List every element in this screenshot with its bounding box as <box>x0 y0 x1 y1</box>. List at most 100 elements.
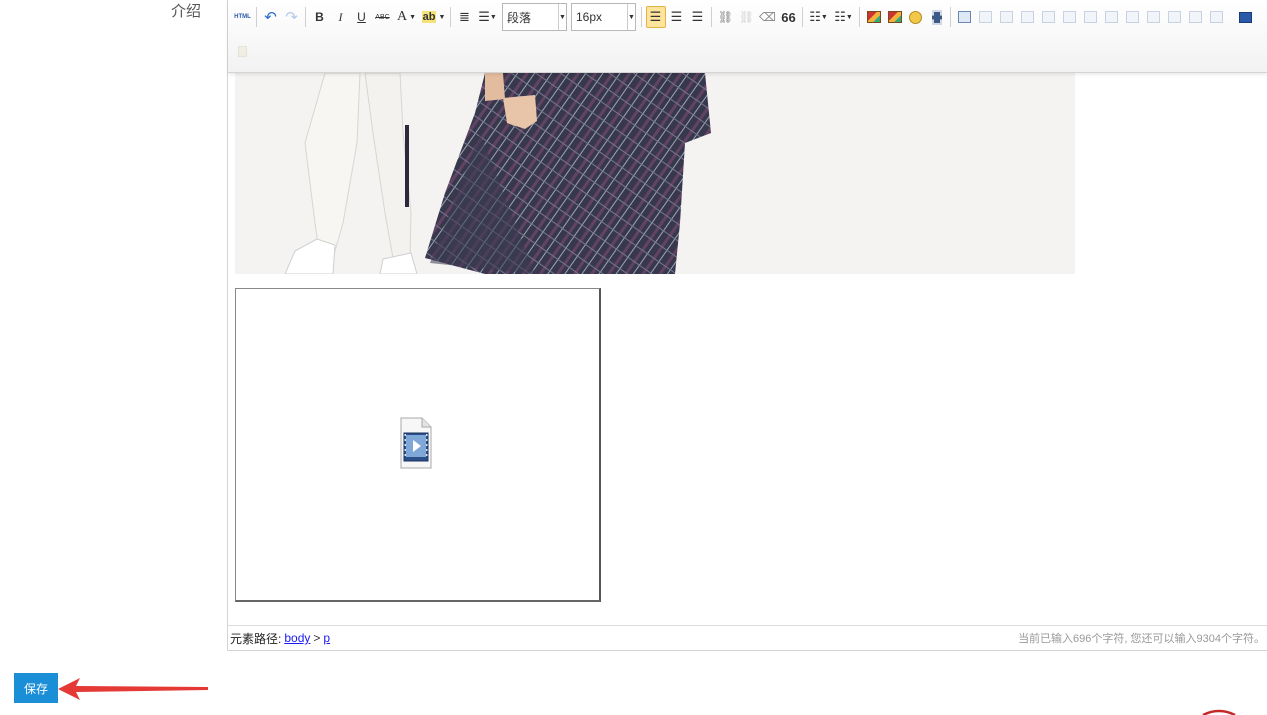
delete-table-button[interactable] <box>976 6 996 28</box>
merge-down-icon <box>1147 11 1160 23</box>
multi-image-button[interactable] <box>885 6 905 28</box>
eraser-icon: ⌫ <box>759 10 776 24</box>
delete-column-button[interactable] <box>1081 6 1101 28</box>
insert-row-button[interactable] <box>1018 6 1038 28</box>
merge-cells-button[interactable] <box>1102 6 1122 28</box>
attachment-icon <box>238 45 247 57</box>
paragraph-format-select[interactable]: 段落 ▼ <box>502 3 567 31</box>
italic-button[interactable]: I <box>331 6 351 28</box>
element-path-body-link[interactable]: body <box>284 631 310 645</box>
toolbar-row-2 <box>228 36 253 66</box>
delete-row-button[interactable] <box>1039 6 1059 28</box>
product-photo <box>235 73 1075 274</box>
editor-content[interactable] <box>228 73 1267 625</box>
product-photo-graphic <box>235 73 1075 274</box>
underline-button[interactable]: U <box>352 6 372 28</box>
image-icon <box>866 11 881 23</box>
merge-right-icon <box>1126 11 1139 23</box>
paragraph-format-value: 段落 <box>507 10 532 25</box>
underline-icon: U <box>357 10 366 24</box>
paragraph-spacing-button[interactable]: ≣ <box>455 6 475 28</box>
ordered-list-icon: ☷ <box>809 9 821 24</box>
embedded-video-placeholder[interactable] <box>235 288 601 602</box>
rich-text-editor: HTML ↶ ↷ B I U ABC A ▼ ab ▼ ≣ ☰ ▼ 段落 ▼ 16px… <box>227 0 1267 651</box>
video-file-icon <box>400 417 432 469</box>
multi-image-icon <box>887 11 902 23</box>
ordered-list-button[interactable]: ☷ ▼ <box>807 6 831 28</box>
font-size-value: 16px <box>576 10 603 24</box>
link-icon: ⛓ <box>717 10 734 24</box>
paragraph-spacing-icon: ≣ <box>459 9 470 24</box>
align-left-button[interactable]: ☰ <box>645 6 666 28</box>
bold-icon: B <box>315 10 324 24</box>
delete-row-icon <box>1042 11 1055 23</box>
font-size-select[interactable]: 16px ▼ <box>571 3 636 31</box>
split-columns-icon <box>1210 11 1223 23</box>
font-color-icon: A <box>396 9 408 24</box>
quote-icon: 66 <box>781 9 796 25</box>
align-center-icon: ☰ <box>670 9 683 24</box>
emoticon-button[interactable] <box>906 6 926 28</box>
chevron-down-icon: ▼ <box>627 4 635 30</box>
undo-icon: ↶ <box>264 9 277 26</box>
chevron-down-icon: ▼ <box>558 4 566 30</box>
html-source-button[interactable]: HTML <box>233 6 253 28</box>
undo-button[interactable]: ↶ <box>261 6 281 28</box>
merge-down-button[interactable] <box>1144 6 1164 28</box>
merge-right-button[interactable] <box>1123 6 1143 28</box>
blockquote-button[interactable]: 66 <box>779 6 799 28</box>
element-path-label: 元素路径: <box>230 631 282 646</box>
line-height-button[interactable]: ☰ ▼ <box>476 6 500 28</box>
align-left-icon: ☰ <box>649 9 662 24</box>
toolbar-separator <box>641 7 642 27</box>
highlight-color-button[interactable]: ab ▼ <box>421 6 447 28</box>
insert-image-button[interactable] <box>864 6 884 28</box>
split-cells-icon <box>1168 11 1181 23</box>
align-right-icon: ☰ <box>691 9 704 24</box>
split-rows-button[interactable] <box>1186 6 1206 28</box>
insert-video-button[interactable] <box>927 6 947 28</box>
strikethrough-icon: ABC <box>375 13 390 21</box>
font-color-button[interactable]: A ▼ <box>394 6 420 28</box>
insert-table-button[interactable] <box>955 6 975 28</box>
bold-button[interactable]: B <box>310 6 330 28</box>
table-delete-icon <box>979 11 992 23</box>
toolbar-separator <box>950 7 951 27</box>
editor-statusbar: 元素路径: body > p 当前已输入696个字符, 您还可以输入9304个字… <box>228 625 1267 650</box>
chevron-down-icon: ▼ <box>438 13 446 21</box>
film-icon <box>931 9 942 25</box>
insert-row-icon <box>1021 11 1034 23</box>
align-center-button[interactable]: ☰ <box>667 6 687 28</box>
split-rows-icon <box>1189 11 1202 23</box>
attachment-button[interactable] <box>233 40 253 62</box>
unordered-list-button[interactable]: ☷ ▼ <box>832 6 856 28</box>
clear-format-button[interactable]: ⌫ <box>758 6 778 28</box>
element-path-separator: > <box>313 631 321 645</box>
html-label: HTML <box>234 14 251 20</box>
insert-column-button[interactable] <box>1060 6 1080 28</box>
table-paragraph-icon <box>1000 11 1013 23</box>
unlink-button[interactable]: ⛓ <box>737 6 757 28</box>
insert-link-button[interactable]: ⛓ <box>716 6 736 28</box>
split-cells-button[interactable] <box>1165 6 1185 28</box>
toolbar-separator <box>256 7 257 27</box>
monitor-icon <box>1238 11 1252 23</box>
chevron-down-icon: ▼ <box>489 13 497 21</box>
delete-column-icon <box>1084 11 1097 23</box>
split-columns-button[interactable] <box>1207 6 1227 28</box>
element-path-p-link[interactable]: p <box>323 631 330 645</box>
fullscreen-button[interactable] <box>1235 6 1255 28</box>
emoticon-icon <box>909 10 922 24</box>
toolbar-row-1: HTML ↶ ↷ B I U ABC A ▼ ab ▼ ≣ ☰ ▼ 段落 ▼ 16px… <box>228 2 1256 32</box>
redo-button[interactable]: ↷ <box>282 6 302 28</box>
toolbar-separator <box>711 7 712 27</box>
annotation-arrow-icon <box>58 678 208 700</box>
save-button[interactable]: 保存 <box>14 673 58 703</box>
strikethrough-button[interactable]: ABC <box>373 6 393 28</box>
unordered-list-icon: ☷ <box>834 9 846 24</box>
merge-cells-icon <box>1105 11 1118 23</box>
insert-paragraph-before-table-button[interactable] <box>997 6 1017 28</box>
unlink-icon: ⛓ <box>738 10 755 24</box>
align-right-button[interactable]: ☰ <box>688 6 708 28</box>
table-icon <box>958 11 971 23</box>
